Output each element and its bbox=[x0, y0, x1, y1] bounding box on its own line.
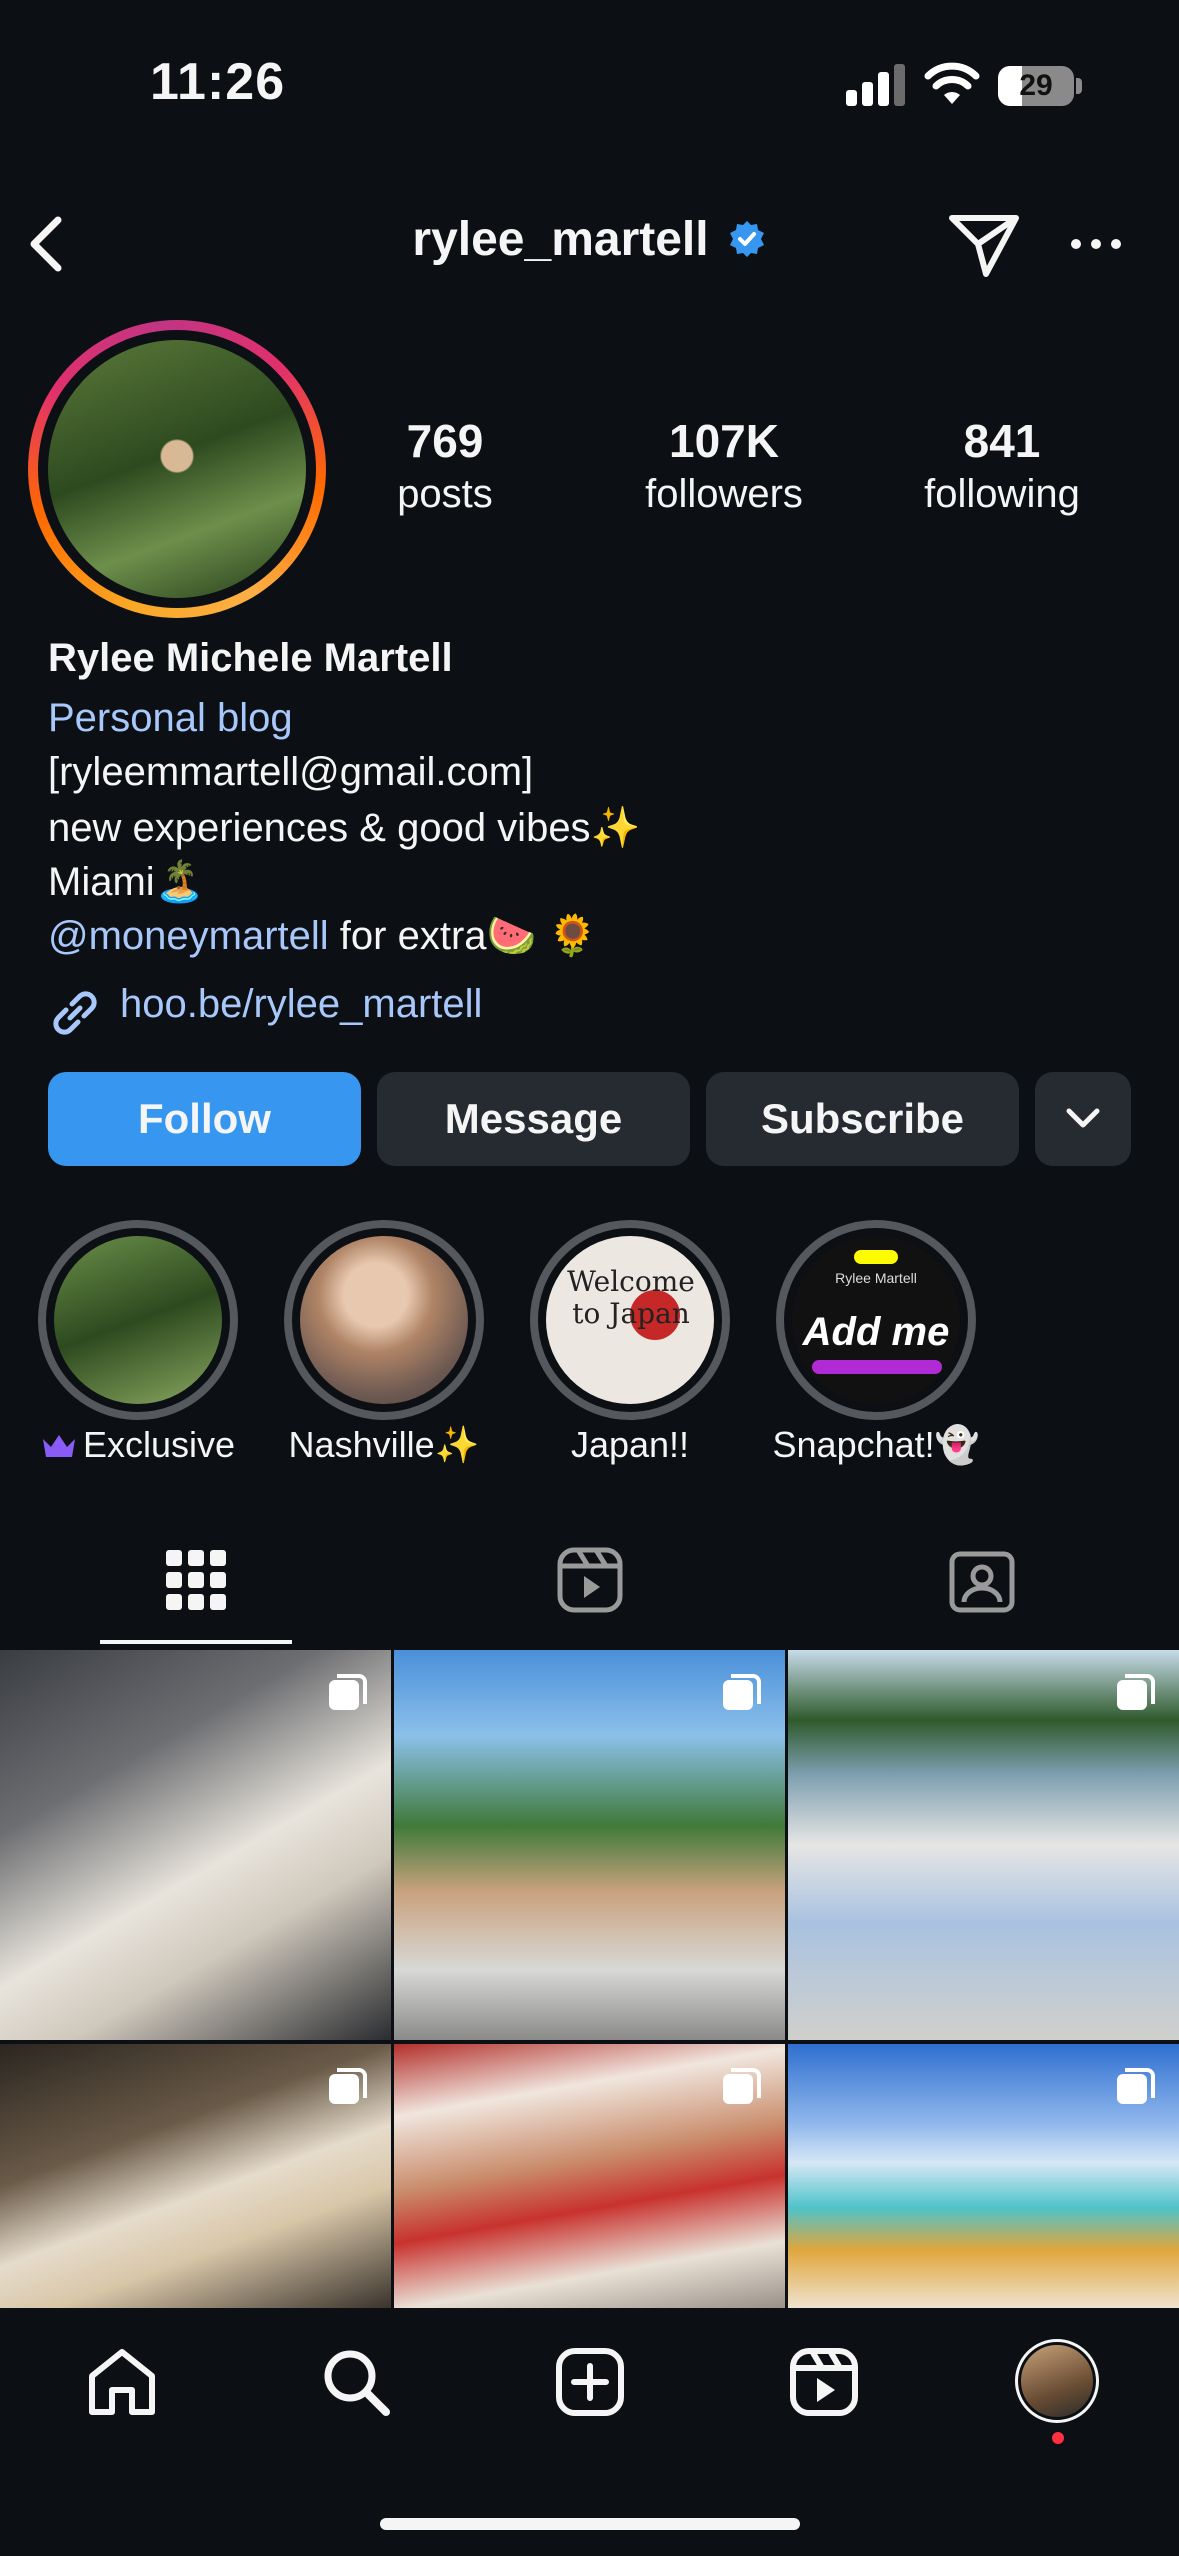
stat-followers[interactable]: 107K followers bbox=[604, 414, 844, 517]
link-icon bbox=[53, 991, 97, 1035]
post-thumbnail[interactable] bbox=[788, 1650, 1179, 2040]
snap-cover-subtext: Rylee Martell bbox=[835, 1270, 917, 1286]
search-icon[interactable] bbox=[320, 2346, 392, 2418]
bio-line: new experiences & good vibes✨ bbox=[48, 806, 641, 850]
highlight-japan[interactable]: Welcome to Japan bbox=[530, 1220, 730, 1420]
notification-dot bbox=[1052, 2432, 1064, 2444]
more-options-icon[interactable] bbox=[1068, 236, 1124, 252]
following-count: 841 bbox=[963, 415, 1041, 467]
bio-mention-link[interactable]: @moneymartell bbox=[48, 914, 329, 958]
subscribe-button[interactable]: Subscribe bbox=[706, 1072, 1019, 1166]
tagged-icon[interactable] bbox=[948, 1546, 1016, 1614]
posts-count: 769 bbox=[406, 415, 484, 467]
bio-mention-rest: for extra🍉 🌻 bbox=[328, 914, 598, 958]
highlight-cover bbox=[300, 1236, 468, 1404]
reels-icon[interactable] bbox=[556, 1546, 624, 1614]
follow-button[interactable]: Follow bbox=[48, 1072, 361, 1166]
active-tab-indicator bbox=[100, 1640, 292, 1644]
highlight-cover bbox=[54, 1236, 222, 1404]
status-time: 11:26 bbox=[150, 53, 286, 111]
followers-label: followers bbox=[645, 472, 803, 516]
highlight-cover: Welcome to Japan bbox=[546, 1236, 714, 1404]
verified-badge-icon bbox=[729, 221, 764, 257]
highlight-nashville[interactable] bbox=[284, 1220, 484, 1420]
highlight-exclusive[interactable] bbox=[38, 1220, 238, 1420]
post-thumbnail[interactable] bbox=[394, 2044, 785, 2308]
battery-indicator: 29 bbox=[998, 66, 1074, 106]
stat-posts: 769 posts bbox=[325, 414, 565, 517]
carousel-icon bbox=[329, 1674, 367, 1710]
bio-email: [ryleemmartell@gmail.com] bbox=[48, 750, 534, 794]
bio-full-name: Rylee Michele Martell bbox=[48, 636, 453, 680]
post-thumbnail[interactable] bbox=[394, 1650, 785, 2040]
profile-avatar[interactable] bbox=[48, 340, 306, 598]
carousel-icon bbox=[723, 2068, 761, 2104]
bio-location: Miami🏝️ bbox=[48, 860, 205, 904]
carousel-icon bbox=[1117, 2068, 1155, 2104]
send-message-icon[interactable] bbox=[948, 212, 1020, 278]
highlight-snapchat[interactable]: Rylee Martell Add me bbox=[776, 1220, 976, 1420]
cellular-signal-icon bbox=[846, 64, 906, 108]
username-text: rylee_martell bbox=[412, 213, 709, 266]
stat-following[interactable]: 841 following bbox=[882, 414, 1122, 517]
highlight-label-text: Exclusive bbox=[82, 1424, 236, 1465]
suggested-accounts-button[interactable] bbox=[1035, 1072, 1131, 1166]
grid-icon[interactable] bbox=[164, 1548, 228, 1612]
bio-mention-line: @moneymartell for extra🍉 🌻 bbox=[48, 912, 597, 959]
snap-cover-text: Add me bbox=[802, 1310, 950, 1354]
carousel-icon bbox=[723, 1674, 761, 1710]
highlight-label-nashville: Nashville✨ bbox=[288, 1424, 480, 1465]
battery-level: 29 bbox=[1019, 69, 1053, 102]
wifi-icon bbox=[924, 62, 980, 104]
posts-label: posts bbox=[397, 472, 493, 516]
create-post-icon[interactable] bbox=[554, 2346, 626, 2418]
post-thumbnail[interactable] bbox=[0, 2044, 391, 2308]
post-thumbnail[interactable] bbox=[788, 2044, 1179, 2308]
japan-cover-text: Welcome to Japan bbox=[567, 1265, 695, 1330]
battery-nub bbox=[1076, 78, 1082, 94]
message-button[interactable]: Message bbox=[377, 1072, 690, 1166]
bio-external-link[interactable]: hoo.be/rylee_martell bbox=[120, 982, 482, 1027]
home-icon[interactable] bbox=[86, 2346, 158, 2418]
followers-count: 107K bbox=[669, 415, 779, 467]
home-indicator[interactable] bbox=[380, 2518, 800, 2530]
chevron-down-icon bbox=[1066, 1108, 1100, 1128]
reels-nav-icon[interactable] bbox=[788, 2346, 860, 2418]
following-label: following bbox=[924, 472, 1080, 516]
bio-category: Personal blog bbox=[48, 696, 293, 740]
highlight-cover: Rylee Martell Add me bbox=[792, 1236, 960, 1404]
highlight-label-japan: Japan!! bbox=[570, 1424, 690, 1465]
highlight-label-exclusive: Exclusive bbox=[8, 1424, 268, 1466]
post-thumbnail[interactable] bbox=[0, 1650, 391, 2040]
crown-icon bbox=[42, 1435, 75, 1457]
carousel-icon bbox=[1117, 1674, 1155, 1710]
profile-nav-avatar[interactable] bbox=[1015, 2339, 1099, 2423]
highlight-label-snapchat: Snapchat!👻 bbox=[772, 1424, 980, 1465]
carousel-icon bbox=[329, 2068, 367, 2104]
